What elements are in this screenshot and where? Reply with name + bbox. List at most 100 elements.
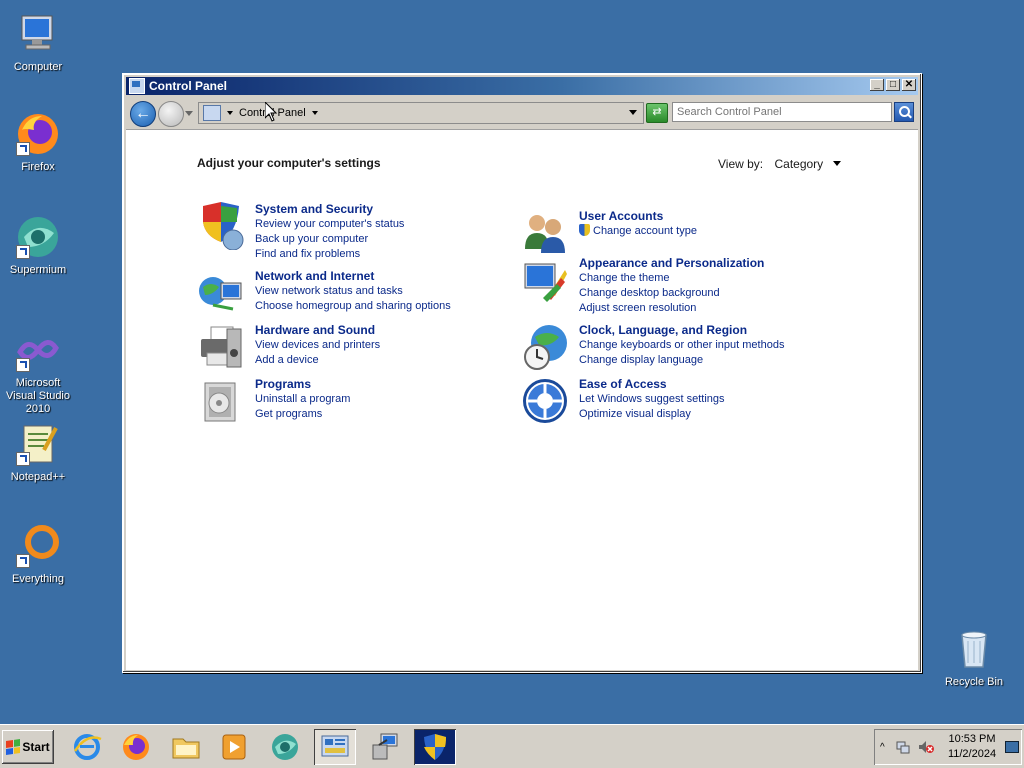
view-by-label: View by:	[718, 157, 764, 171]
show-hidden-icons-button[interactable]: ^	[880, 742, 885, 753]
category-link-wrapper[interactable]: Change account type	[579, 224, 697, 239]
category-link[interactable]: Optimize visual display	[579, 407, 725, 422]
taskbar-supermium[interactable]	[264, 729, 306, 765]
address-dropdown-icon[interactable]	[629, 110, 637, 115]
folder-icon	[172, 738, 200, 759]
desktop-icon-label: Supermium	[9, 264, 67, 276]
desktop-icon-visual-studio[interactable]: Microsoft Visual Studio 2010	[0, 326, 76, 416]
taskbar-uac[interactable]	[414, 729, 456, 765]
recycle-bin-icon	[950, 625, 998, 673]
taskbar-network-app[interactable]	[364, 729, 406, 765]
volume-muted-icon[interactable]	[918, 740, 934, 754]
desktop-icon-recycle-bin[interactable]: Recycle Bin	[936, 625, 1012, 689]
back-button[interactable]: ←	[130, 101, 156, 127]
view-by-dropdown[interactable]: Category	[774, 157, 823, 171]
category-title[interactable]: Hardware and Sound	[255, 323, 380, 338]
category-title[interactable]: Network and Internet	[255, 269, 451, 284]
category-link[interactable]: Change account type	[593, 225, 697, 237]
category-link[interactable]: Change the theme	[579, 271, 764, 286]
category-link[interactable]: Back up your computer	[255, 232, 404, 247]
category-link[interactable]: View network status and tasks	[255, 284, 451, 299]
category-title[interactable]: System and Security	[255, 202, 404, 217]
category-title[interactable]: Clock, Language, and Region	[579, 323, 784, 338]
category-title[interactable]: User Accounts	[579, 209, 697, 224]
category-link[interactable]: Uninstall a program	[255, 392, 350, 407]
recent-pages-dropdown[interactable]	[185, 111, 193, 116]
clock-date: 11/2/2024	[947, 748, 997, 760]
category-link[interactable]: Get programs	[255, 407, 350, 422]
start-label: Start	[22, 740, 50, 754]
taskbar: Start ^ 10:53 PM 11/2/2024	[0, 724, 1024, 768]
category-link[interactable]: Adjust screen resolution	[579, 301, 764, 316]
taskbar-file-explorer[interactable]	[165, 729, 207, 765]
category-title[interactable]: Ease of Access	[579, 377, 725, 392]
desktop-icon-computer[interactable]: Computer	[0, 10, 76, 74]
monitor-icon[interactable]	[521, 256, 569, 304]
category-link[interactable]: Change desktop background	[579, 286, 764, 301]
ease-of-access-icon[interactable]	[521, 377, 569, 425]
shield-icon[interactable]	[197, 202, 245, 251]
network-status-icon[interactable]	[896, 740, 910, 754]
notepadpp-icon	[14, 420, 62, 468]
content-area: Adjust your computer's settings View by:…	[126, 129, 918, 670]
windows-logo-icon	[6, 739, 21, 755]
show-desktop-button[interactable]	[1005, 741, 1019, 753]
uac-shield-icon	[579, 224, 590, 236]
everything-icon	[14, 522, 62, 570]
page-heading: Adjust your computer's settings	[197, 156, 381, 170]
desktop-icon-label: Firefox	[21, 161, 55, 173]
system-tray: ^ 10:53 PM 11/2/2024	[874, 729, 1022, 765]
minimize-button[interactable]: _	[870, 79, 884, 91]
firefox-icon	[123, 734, 149, 760]
users-icon[interactable]	[521, 209, 569, 257]
category-link[interactable]: Choose homegroup and sharing options	[255, 299, 451, 314]
category-link[interactable]: Add a device	[255, 353, 380, 368]
title-bar[interactable]: Control Panel _ □ ✕	[126, 77, 918, 95]
supermium-icon	[272, 734, 298, 760]
category-link[interactable]: View devices and printers	[255, 338, 380, 353]
refresh-button[interactable]: ⇄	[646, 103, 668, 123]
printer-icon[interactable]	[197, 323, 245, 371]
maximize-button[interactable]: □	[886, 79, 900, 91]
desktop-icon-notepadpp[interactable]: Notepad++	[0, 420, 76, 484]
desktop-icon-label: Notepad++	[10, 471, 66, 483]
category-title[interactable]: Appearance and Personalization	[579, 256, 764, 271]
category-link[interactable]: Let Windows suggest settings	[579, 392, 725, 407]
chevron-down-icon[interactable]	[311, 111, 318, 115]
chevron-down-icon[interactable]	[832, 161, 841, 166]
taskbar-media-player[interactable]	[213, 729, 255, 765]
uac-shield-icon	[424, 734, 446, 760]
category-title[interactable]: Programs	[255, 377, 350, 392]
control-panel-icon	[203, 105, 221, 121]
clock[interactable]: 10:53 PM 11/2/2024	[940, 732, 1004, 762]
search-icon[interactable]	[894, 102, 914, 122]
programs-icon[interactable]	[197, 377, 245, 425]
supermium-icon	[14, 213, 62, 261]
taskbar-firefox[interactable]	[115, 729, 157, 765]
clock-time: 10:53 PM	[948, 733, 996, 745]
media-player-icon	[222, 734, 246, 760]
start-button[interactable]: Start	[2, 730, 54, 764]
globe-clock-icon[interactable]	[521, 323, 569, 371]
address-bar: ← Control Panel ⇄	[126, 98, 918, 128]
desktop-icon-supermium[interactable]: Supermium	[0, 213, 76, 277]
close-button[interactable]: ✕	[902, 79, 916, 91]
category-link[interactable]: Change keyboards or other input methods	[579, 338, 784, 353]
control-panel-icon	[129, 78, 145, 94]
visual-studio-icon	[14, 326, 62, 374]
desktop-icon-firefox[interactable]: Firefox	[0, 110, 76, 174]
chevron-down-icon[interactable]	[227, 111, 233, 115]
desktop-icon-everything[interactable]: Everything	[0, 522, 76, 586]
category-link[interactable]: Find and fix problems	[255, 247, 404, 262]
taskbar-control-panel[interactable]	[314, 729, 356, 765]
category-link[interactable]: Review your computer's status	[255, 217, 404, 232]
firefox-icon	[14, 110, 62, 158]
network-icon[interactable]	[197, 269, 245, 317]
forward-button[interactable]	[158, 101, 184, 127]
window-title: Control Panel	[149, 79, 228, 93]
category-link[interactable]: Change display language	[579, 353, 784, 368]
search-input[interactable]	[672, 102, 892, 122]
desktop-icon-label: Computer	[13, 61, 63, 73]
taskbar-internet-explorer[interactable]	[66, 729, 108, 765]
view-by: View by: Category	[718, 157, 841, 171]
